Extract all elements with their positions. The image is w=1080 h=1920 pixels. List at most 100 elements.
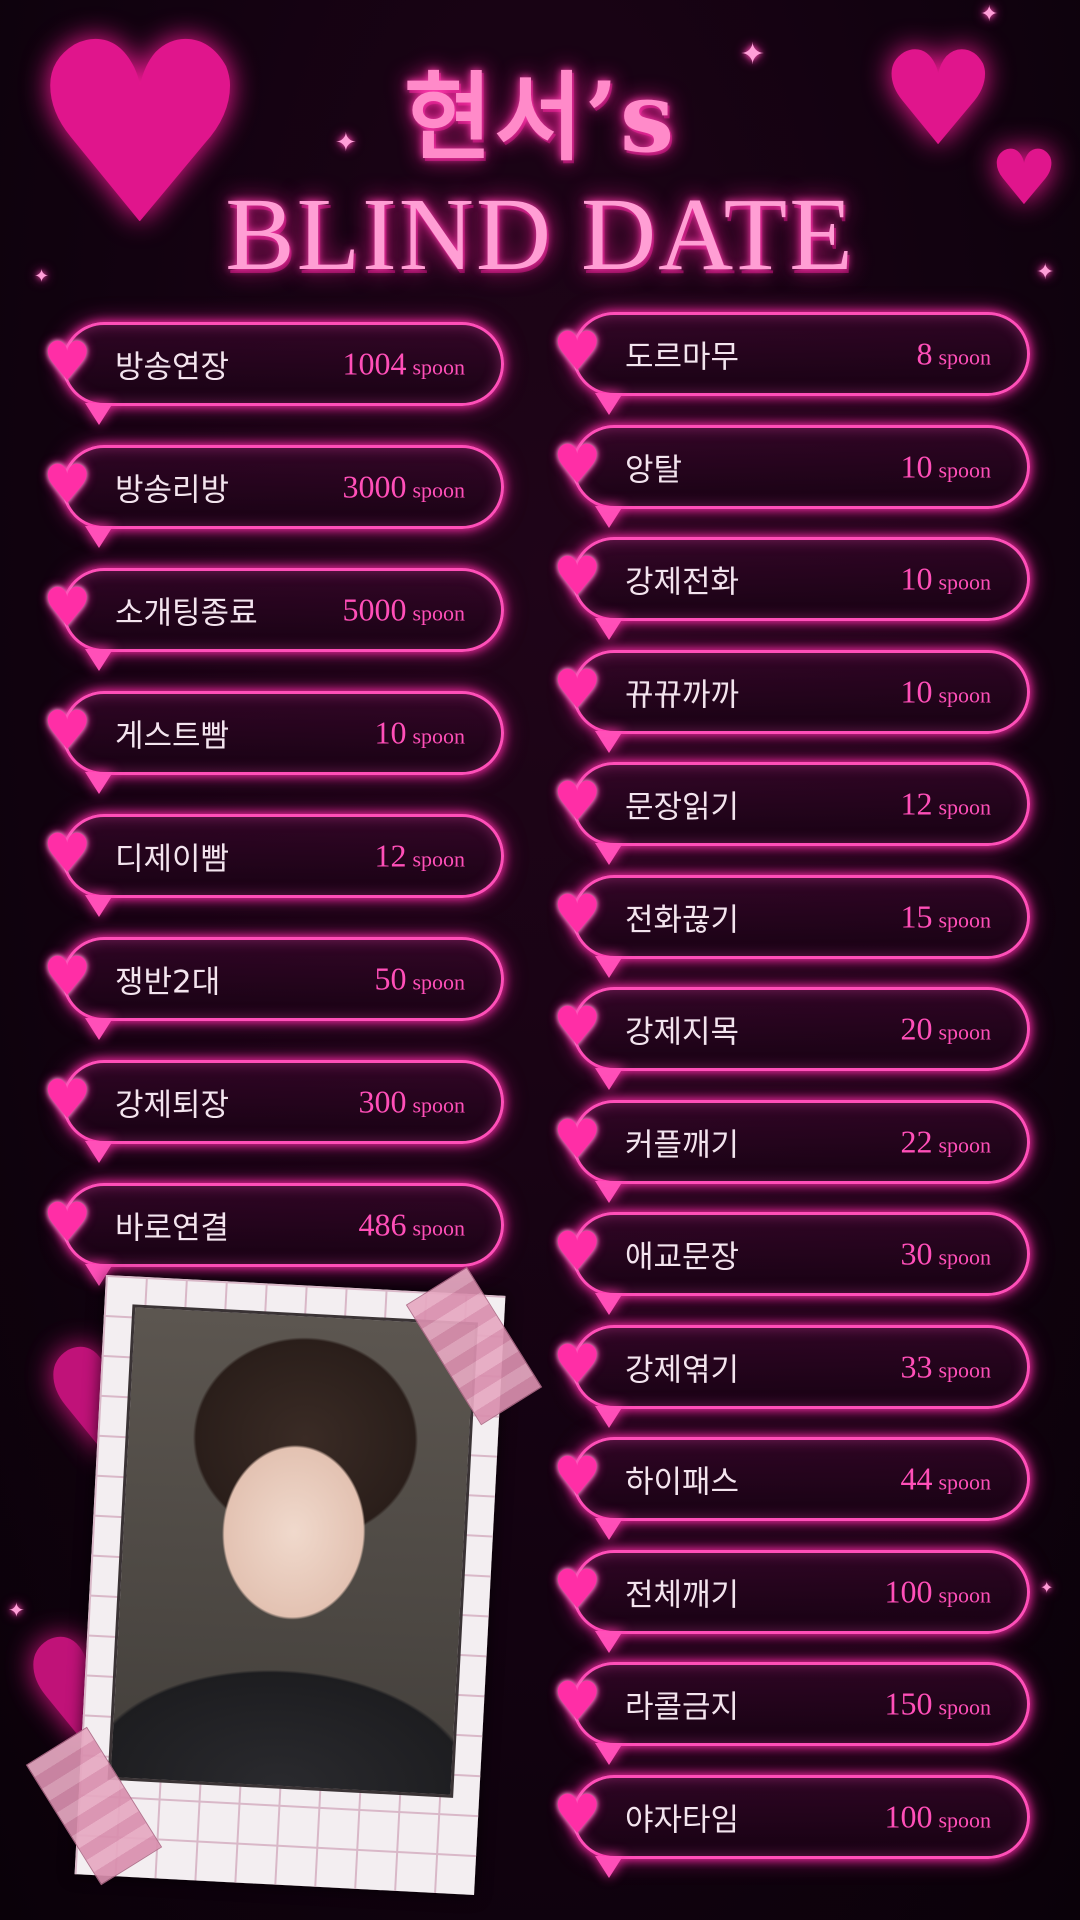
menu-item: ♥ 하이패스 44 spoon: [553, 1437, 1030, 1540]
heart-icon: ♥: [553, 1332, 602, 1396]
menu-item-name: 커플깨기: [625, 1127, 740, 1163]
price-unit: spoon: [412, 1215, 465, 1241]
menu-item-price: 150 spoon: [884, 1686, 991, 1723]
price-value: 5000: [342, 591, 407, 628]
menu-item-price: 8 spoon: [916, 336, 991, 373]
menu-item-price: 486 spoon: [358, 1207, 465, 1244]
bubble-tail: [595, 1405, 623, 1428]
price-unit: spoon: [938, 794, 991, 820]
heart-icon: ♥: [553, 657, 602, 721]
bubble-tail: [595, 843, 623, 865]
price-unit: spoon: [412, 354, 465, 380]
price-value: 100: [884, 1798, 933, 1834]
heart-icon: ♥: [43, 822, 92, 885]
menu-item: ♥ 강제전화 10 spoon: [553, 537, 1030, 640]
menu-item-name: 강제지목: [625, 1014, 740, 1051]
price-unit: spoon: [938, 1582, 991, 1607]
menu-item-price: 50 spoon: [374, 961, 465, 998]
menu-item-name: 도르마무: [625, 339, 740, 376]
menu-item-name: 쟁반2대: [115, 964, 221, 1001]
menu-item: ♥ 방송리방 3000 spoon: [43, 445, 504, 548]
price-unit: spoon: [412, 846, 465, 872]
title-top: 현서’s: [403, 61, 677, 174]
menu-item: ♥ 전체깨기 100 spoon: [553, 1549, 1030, 1653]
price-unit: spoon: [412, 477, 465, 503]
menu-item: ♥ 야자타임 100 spoon: [553, 1774, 1030, 1878]
menu-item: ♥ 바로연결 486 spoon: [43, 1183, 504, 1286]
price-unit: spoon: [412, 600, 465, 626]
bubble-tail: [595, 1068, 623, 1090]
menu-item-price: 44 spoon: [900, 1461, 991, 1498]
heart-icon: ♥: [553, 882, 602, 946]
price-value: 3000: [342, 468, 407, 505]
price-value: 100: [884, 1573, 933, 1609]
bubble-tail: [595, 1180, 623, 1203]
menu-item-price: 300 spoon: [358, 1084, 465, 1121]
heart-icon: ♥: [43, 1191, 92, 1254]
heart-icon: ♥: [553, 1107, 602, 1171]
price-unit: spoon: [938, 1694, 991, 1720]
menu-item: ♥ 도르마무 8 spoon: [553, 312, 1030, 415]
bubble-tail: [85, 403, 113, 425]
price-value: 15: [900, 898, 933, 934]
heart-icon: ♥: [43, 1068, 92, 1131]
menu-item-name: 방송연장: [115, 349, 230, 386]
menu-item-name: 강제퇴장: [115, 1087, 230, 1124]
bubble-tail: [595, 1630, 623, 1653]
bubble-tail: [85, 772, 113, 794]
menu-item-name: 라콜금지: [625, 1689, 740, 1726]
price-value: 10: [900, 673, 933, 709]
menu-item-name: 하이패스: [625, 1464, 740, 1501]
menu-item: ♥ 강제지목 20 spoon: [553, 987, 1030, 1090]
menu-item-name: 디제이빰: [115, 841, 230, 878]
price-unit: spoon: [938, 344, 991, 370]
menu-item-name: 바로연결: [115, 1210, 230, 1247]
menu-item-name: 강제엮기: [625, 1352, 740, 1388]
price-value: 22: [900, 1123, 933, 1159]
menu-item-name: 문장읽기: [625, 789, 740, 826]
bubble-tail: [595, 505, 623, 528]
menu-item-price: 30 spoon: [900, 1236, 991, 1273]
title-bottom: BLIND DATE: [225, 177, 855, 292]
menu-item-price: 5000 spoon: [342, 592, 465, 629]
heart-icon: ♥: [553, 432, 602, 496]
bubble-tail: [85, 1018, 113, 1040]
price-value: 33: [900, 1348, 933, 1384]
sparkle-icon: ✦: [1040, 1578, 1054, 1597]
menu-item-name: 전화끊기: [625, 902, 740, 938]
menu-item-name: 강제전화: [625, 564, 740, 601]
heart-icon: ♥: [553, 1670, 602, 1733]
heart-icon: ♥: [553, 1782, 602, 1846]
menu-item: ♥ 라콜금지 150 spoon: [553, 1662, 1030, 1765]
price-value: 10: [900, 448, 933, 484]
price-value: 300: [358, 1083, 407, 1120]
bubble-tail: [595, 393, 623, 415]
bubble-tail: [595, 1855, 623, 1878]
heart-icon: ♥: [553, 1445, 602, 1508]
heart-icon: ♥: [553, 545, 602, 608]
menu-item: ♥ 커플깨기 22 spoon: [553, 1099, 1030, 1203]
heart-icon: ♥: [43, 330, 92, 393]
menu-item-name: 전체깨기: [625, 1577, 740, 1613]
menu-item-price: 20 spoon: [900, 1011, 991, 1048]
menu-item: ♥ 강제엮기 33 spoon: [553, 1324, 1030, 1428]
menu-item: ♥ 방송연장 1004 spoon: [43, 322, 504, 425]
price-unit: spoon: [938, 1357, 991, 1382]
price-unit: spoon: [938, 1244, 991, 1270]
menu-item-price: 12 spoon: [374, 838, 465, 875]
price-unit: spoon: [412, 1092, 465, 1118]
menu-item-price: 12 spoon: [900, 786, 991, 823]
menu-item: ♥ 애교문장 30 spoon: [553, 1212, 1030, 1315]
price-unit: spoon: [938, 907, 991, 932]
price-value: 44: [900, 1460, 933, 1497]
menu-item-name: 애교문장: [625, 1239, 740, 1276]
price-unit: spoon: [938, 1807, 991, 1832]
menu-item: ♥ 디제이빰 12 spoon: [43, 814, 504, 917]
menu-item-price: 33 spoon: [900, 1348, 991, 1385]
menu-item: ♥ 소개팅종료 5000 spoon: [43, 568, 504, 671]
price-unit: spoon: [938, 682, 991, 707]
price-unit: spoon: [938, 1132, 991, 1157]
price-value: 1004: [342, 345, 407, 382]
price-unit: spoon: [938, 457, 991, 482]
price-value: 486: [358, 1206, 407, 1243]
